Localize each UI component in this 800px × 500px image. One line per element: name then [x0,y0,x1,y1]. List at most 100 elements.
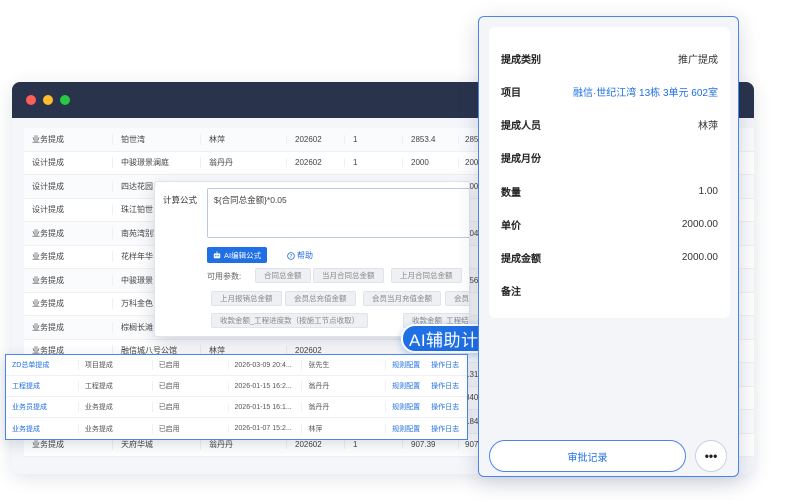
detail-field-row: 单价 2000.00 [501,214,718,234]
param-chip[interactable]: 当月合同总金额 [313,268,384,283]
rule-category: 项目提成 [77,360,152,370]
table-cell: 1 [344,440,402,450]
detail-field-value: 2000.00 [681,251,718,263]
detail-field-value: 2000.00 [681,218,718,230]
rule-table-row: 业务员提成 业务提成 已启用 2026-01-15 16:1... 翁丹丹 规则配置 操作日… [6,397,467,418]
table-cell: 林萍 [200,133,286,145]
detail-field-value: 林萍 [698,120,718,132]
minimize-window-dot[interactable] [43,95,53,105]
table-cell: 2000 [402,158,458,168]
table-cell: 202602 [286,134,344,144]
param-chip[interactable]: 会员 [445,291,469,306]
formula-label: 计算公式 [163,195,198,205]
param-chip[interactable]: 上月报销总金额 [211,291,282,306]
detail-field-label: 提成月份 [501,153,541,165]
close-window-dot[interactable] [26,95,36,105]
operation-log-link[interactable]: 操作日志 [427,360,467,370]
help-link[interactable]: ? 帮助 [287,250,313,261]
available-params-label: 可用参数: [207,272,242,281]
robot-icon [213,251,221,259]
rule-table-row: ZD总单提成 项目提成 已启用 2026-03-09 20:4... 张先生 规则配置 操作… [6,355,467,376]
table-cell: 设计提成 [32,158,64,168]
param-chip[interactable]: 会员当月充值金额 [363,291,441,306]
rule-updated-by: 翁丹丹 [301,381,385,391]
detail-field-row: 项目 融信·世纪江湾 13栋 3单元 602室 [501,81,718,101]
param-chip[interactable]: 合同总金额 [255,268,311,283]
approval-record-button[interactable]: 审批记录 [489,440,686,472]
table-cell: 202602 [286,158,344,168]
table-cell: 1 [344,134,402,144]
detail-field-row: 数量 1.00 [501,181,718,201]
table-cell: 业务提成 [32,299,64,309]
rule-status: 已启用 [151,402,228,412]
table-cell: 1 [344,158,402,168]
table-cell: 设计提成 [32,181,64,191]
table-cell: 202602 [286,440,344,450]
help-link-label: 帮助 [297,251,313,260]
rule-updated-time: 2026-01-15 16:2... [227,382,302,390]
detail-field-value: 1.00 [698,185,718,197]
rule-config-link[interactable]: 规则配置 [385,381,427,391]
rule-table-row: 工程提成 工程提成 已启用 2026-01-15 16:2... 翁丹丹 规则配置 操作日志 [6,376,467,397]
detail-field-label: 提成金额 [501,253,541,265]
rule-updated-time: 2026-03-09 20:4... [227,361,302,369]
table-cell: 业务提成 [32,440,64,450]
param-chip[interactable]: 收款金额_工程进度款（按施工节点收取） [211,313,369,328]
detail-field-row: 提成月份 [501,147,718,167]
detail-field-row: 提成金额 2000.00 [501,247,718,267]
commission-detail-panel: 提成类别 推广提成项目 融信·世纪江湾 13栋 3单元 602室提成人员 林萍提成月份… [478,16,739,477]
project-link[interactable]: 融信·世纪江湾 13栋 3单元 602室 [573,84,718,99]
table-cell: 铂世湾 [112,133,200,145]
table-cell: 业务提成 [32,252,64,262]
formula-editor-popup: 计算公式 ${合同总金额}*0.05 AI编辑公式 ? 帮助 可用参数: 合同总… [154,181,470,337]
rule-config-link[interactable]: 规则配置 [385,402,427,412]
operation-log-link[interactable]: 操作日志 [427,381,467,391]
maximize-window-dot[interactable] [60,95,70,105]
rule-status: 已启用 [151,360,228,370]
rule-updated-time: 2026-01-07 15:2... [227,425,302,432]
detail-field-label: 提成人员 [501,120,541,132]
rule-config-link[interactable]: 规则配置 [385,360,427,370]
rule-table-row: 业务提成 业务提成 已启用 2026-01-07 15:2... 林萍 规则配置 操作日志 [6,418,467,439]
detail-field-label: 项目 [501,87,521,99]
detail-field-label: 备注 [501,286,521,298]
detail-fields-card: 提成类别 推广提成项目 融信·世纪江湾 13栋 3单元 602室提成人员 林萍提成月份… [489,27,730,318]
table-cell: 翁丹丹 [200,157,286,169]
operation-log-link[interactable]: 操作日志 [427,424,467,434]
formula-expression: ${合同总金额}*0.05 [214,195,287,205]
rule-name-link[interactable]: ZD总单提成 [6,360,78,370]
rule-category: 工程提成 [77,381,152,391]
rule-updated-time: 2026-01-15 16:1... [227,403,302,411]
operation-log-link[interactable]: 操作日志 [427,402,467,412]
param-chip[interactable]: 上月合同总金额 [391,268,462,283]
approval-record-label: 审批记录 [567,452,608,464]
detail-field-value: 推广提成 [678,54,718,66]
rule-category: 业务提成 [77,402,152,412]
table-cell: 业务提成 [32,275,64,285]
rule-category: 业务提成 [77,423,152,434]
rule-status: 已启用 [151,381,228,391]
rule-updated-by: 林萍 [301,423,385,434]
detail-field-label: 单价 [501,220,521,232]
rule-name-link[interactable]: 业务员提成 [6,402,78,412]
more-dots-icon: ••• [704,449,718,463]
table-cell: 设计提成 [32,205,64,215]
detail-field-row: 提成类别 推广提成 [501,48,718,68]
rule-config-link[interactable]: 规则配置 [385,423,427,434]
rule-name-link[interactable]: 工程提成 [6,381,78,391]
param-chip[interactable]: 会员总充值金额 [285,291,356,306]
ai-edit-formula-label: AI编辑公式 [224,250,262,260]
ai-edit-formula-button[interactable]: AI编辑公式 [207,247,268,263]
table-cell: 907.39 [402,440,458,450]
rule-name-link[interactable]: 业务提成 [6,424,78,434]
table-cell: 翁丹丹 [200,439,286,451]
table-cell: 业务提成 [32,134,64,144]
help-circle-icon: ? [287,251,295,259]
rule-status: 已启用 [151,423,228,434]
formula-input[interactable]: ${合同总金额}*0.05 [207,188,469,238]
rule-updated-by: 张先生 [301,360,385,370]
rule-updated-by: 翁丹丹 [301,402,385,412]
more-actions-button[interactable]: ••• [695,440,727,472]
detail-field-row: 备注 [501,280,718,300]
table-cell: 中骏璟景澜庭 [112,157,200,169]
